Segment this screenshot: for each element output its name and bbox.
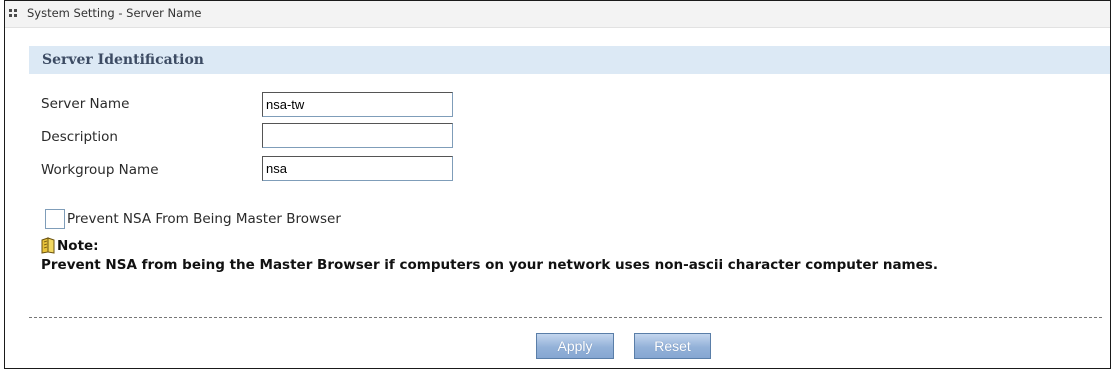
settings-panel: System Setting - Server Name Server Iden… (4, 0, 1111, 369)
grid-dots-icon (9, 9, 19, 18)
note-book-icon (40, 236, 58, 254)
workgroup-name-input[interactable] (262, 156, 453, 181)
note-label: Note: (57, 238, 99, 254)
page-title: System Setting - Server Name (27, 6, 202, 20)
title-bar: System Setting - Server Name (5, 1, 1110, 28)
section-title: Server Identification (42, 52, 204, 68)
reset-button[interactable]: Reset (634, 333, 711, 359)
note-text: Prevent NSA from being the Master Browse… (41, 257, 938, 273)
server-name-label: Server Name (41, 96, 130, 112)
separator (29, 317, 1102, 318)
workgroup-name-label: Workgroup Name (41, 162, 159, 178)
section-header: Server Identification (29, 46, 1110, 74)
apply-button[interactable]: Apply (536, 333, 614, 359)
server-name-input[interactable] (262, 92, 453, 117)
master-browser-label: Prevent NSA From Being Master Browser (67, 211, 341, 227)
master-browser-checkbox[interactable] (45, 209, 65, 229)
description-label: Description (41, 129, 118, 145)
description-input[interactable] (262, 123, 453, 148)
